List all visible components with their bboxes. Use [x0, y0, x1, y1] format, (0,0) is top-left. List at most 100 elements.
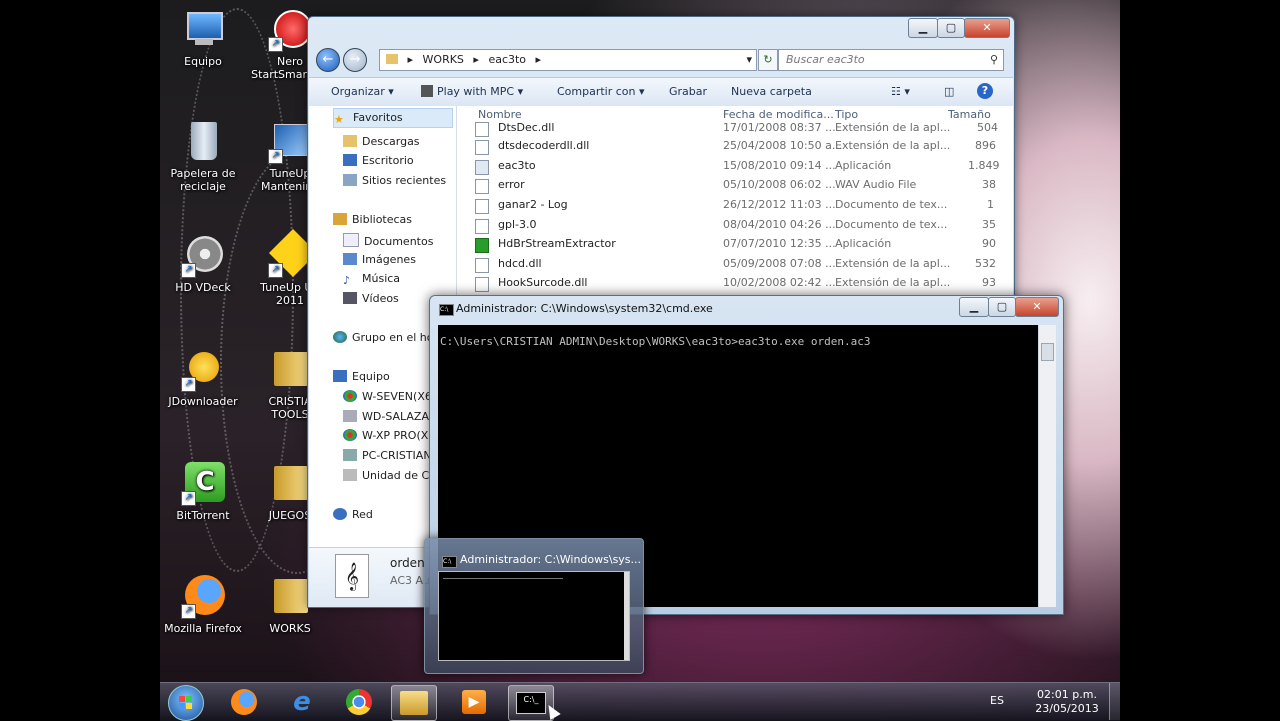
computer-icon: [333, 370, 347, 382]
cmd-icon: C:\_: [516, 692, 546, 714]
language-indicator[interactable]: ES: [990, 694, 1004, 707]
nav-homegroup[interactable]: Grupo en el hog: [333, 331, 440, 344]
refresh-button[interactable]: ↻: [758, 49, 778, 71]
desktop-icon-firefox[interactable]: ↗ Mozilla Firefox: [163, 575, 243, 635]
music-icon: ♪: [343, 274, 351, 287]
file-row[interactable]: HdBrStreamExtractor 07/07/2010 12:35 ...…: [457, 235, 997, 254]
search-icon[interactable]: ⚲: [990, 50, 998, 70]
command-bar: Organizar ▾ Play with MPC ▾ Compartir co…: [309, 77, 1013, 107]
close-button[interactable]: ✕: [964, 18, 1010, 38]
search-input[interactable]: Buscar eac3to ⚲: [778, 49, 1004, 71]
desktop-icon-equipo[interactable]: Equipo: [163, 8, 243, 68]
nav-cd-drive[interactable]: Unidad de CD: [343, 469, 438, 482]
forward-button[interactable]: →: [343, 48, 367, 72]
desktop-icon-bittorrent[interactable]: C ↗ BitTorrent: [163, 462, 243, 522]
taskbar-chrome[interactable]: [337, 685, 381, 719]
recycle-bin-icon: [181, 120, 225, 164]
nav-drive-w-seven[interactable]: W-SEVEN(X64: [343, 390, 439, 403]
text-file-icon: [475, 199, 489, 214]
nav-computer[interactable]: Equipo: [333, 370, 390, 383]
address-dropdown-icon[interactable]: ▾: [746, 50, 752, 70]
nav-desktop[interactable]: Escritorio: [343, 154, 414, 167]
scrollbar-thumb[interactable]: [1041, 343, 1054, 361]
recent-places-icon: [343, 174, 357, 186]
cmd-minimize-button[interactable]: ▁: [959, 297, 989, 317]
nav-images[interactable]: Imágenes: [343, 253, 416, 266]
cmd-scrollbar[interactable]: [1038, 325, 1056, 607]
new-folder-button[interactable]: Nueva carpeta: [731, 85, 812, 98]
nav-network[interactable]: Red: [333, 508, 373, 521]
folder-icon: [268, 462, 312, 506]
play-with-mpc-button[interactable]: Play with MPC ▾: [421, 85, 523, 98]
nav-documents[interactable]: Documentos: [343, 233, 433, 248]
shortcut-arrow-icon: ↗: [181, 263, 196, 278]
jdownloader-icon: ↗: [181, 348, 225, 392]
shortcut-arrow-icon: ↗: [181, 491, 196, 506]
file-row[interactable]: HookSurcode.dll 10/02/2008 02:42 ... Ext…: [457, 274, 997, 293]
application-icon: [475, 160, 489, 175]
cmd-close-button[interactable]: ✕: [1015, 297, 1059, 317]
burn-button[interactable]: Grabar: [669, 85, 707, 98]
minimize-button[interactable]: ▁: [908, 18, 938, 38]
nav-drive-w-xp-pro[interactable]: W-XP PRO(X8: [343, 429, 435, 442]
dll-file-icon: [475, 258, 489, 273]
file-row[interactable]: error 05/10/2008 06:02 ... WAV Audio Fil…: [457, 176, 997, 195]
computer-icon: [181, 8, 225, 52]
cmd-app-icon: C:\: [439, 304, 454, 316]
firefox-icon: [231, 689, 257, 715]
taskbar-firefox[interactable]: [222, 685, 266, 719]
folder-icon: [386, 54, 398, 64]
cmd-maximize-button[interactable]: ▢: [988, 297, 1016, 317]
breadcrumb-eac3to[interactable]: eac3to: [488, 53, 526, 66]
folder-icon: [343, 135, 357, 147]
nav-drive-pc-cristian[interactable]: PC-CRISTIAN: [343, 449, 432, 462]
start-button[interactable]: [168, 685, 204, 721]
help-icon[interactable]: ?: [977, 83, 993, 99]
nav-drive-wd-salazar[interactable]: WD-SALAZAR: [343, 410, 437, 423]
file-row[interactable]: hdcd.dll 05/09/2008 07:08 ... Extensión …: [457, 255, 997, 274]
audio-file-icon: [475, 179, 489, 194]
file-row[interactable]: dtsdecoderdll.dll 25/04/2008 10:50 a... …: [457, 137, 997, 156]
taskbar-thumbnail[interactable]: C:\ Administrador: C:\Windows\sys...: [424, 538, 644, 674]
file-row[interactable]: DtsDec.dll 17/01/2008 08:37 ... Extensió…: [457, 119, 998, 138]
nav-downloads[interactable]: Descargas: [343, 135, 420, 148]
breadcrumb-separator-icon: ▸: [407, 53, 414, 66]
tuneup-star-icon: ↗: [268, 228, 318, 278]
text-file-icon: [475, 219, 489, 234]
desktop-icon-hd-vdeck[interactable]: ↗ HD VDeck: [163, 234, 243, 294]
taskbar: e ▶ C:\_ ES 02:01 p.m. 23/05/2013: [160, 682, 1120, 721]
nav-recent-places[interactable]: Sitios recientes: [343, 174, 446, 187]
videos-icon: [343, 292, 357, 304]
nav-favorites[interactable]: ★ Favoritos: [333, 108, 453, 128]
cmd-line: C:\Users\CRISTIAN ADMIN\Desktop\WORKS\ea…: [440, 335, 871, 348]
nav-videos[interactable]: Vídeos: [343, 292, 399, 305]
show-desktop-button[interactable]: [1109, 683, 1120, 720]
taskbar-explorer[interactable]: [391, 685, 437, 721]
maximize-button[interactable]: ▢: [937, 18, 965, 38]
images-icon: [343, 253, 357, 265]
breadcrumb-works[interactable]: WORKS: [423, 53, 464, 66]
file-row[interactable]: ganar2 - Log 26/12/2012 11:03 ... Docume…: [457, 196, 997, 215]
file-row[interactable]: eac3to 15/08/2010 09:14 ... Aplicación 1…: [457, 157, 1000, 176]
shortcut-arrow-icon: ↗: [181, 604, 196, 619]
desktop-icon-recycle-bin[interactable]: Papelera de reciclaje: [163, 120, 243, 193]
address-bar[interactable]: ▸ WORKS ▸ eac3to ▸ ▾: [379, 49, 757, 71]
tuneup-icon: ↗: [268, 120, 312, 164]
desktop-icon-jdownloader[interactable]: ↗ JDownloader: [163, 348, 243, 408]
share-with-button[interactable]: Compartir con ▾: [557, 85, 645, 98]
nav-libraries[interactable]: Bibliotecas: [333, 213, 412, 226]
system-clock[interactable]: 02:01 p.m. 23/05/2013: [1032, 688, 1102, 716]
star-icon: ★: [334, 113, 344, 126]
organize-button[interactable]: Organizar ▾: [331, 85, 394, 98]
view-options-icon[interactable]: ☷ ▾: [891, 85, 910, 98]
folder-icon: [400, 691, 428, 715]
nav-music[interactable]: ♪ Música: [343, 272, 400, 287]
preview-pane-icon[interactable]: ◫: [944, 85, 954, 98]
back-button[interactable]: ←: [316, 48, 340, 72]
taskbar-internet-explorer[interactable]: e: [280, 685, 324, 719]
file-row[interactable]: gpl-3.0 08/04/2010 04:26 ... Documento d…: [457, 216, 997, 235]
drive-icon: [343, 429, 357, 441]
taskbar-media-player[interactable]: ▶: [452, 685, 496, 719]
cd-drive-icon: [343, 469, 357, 481]
drive-icon: [343, 390, 357, 402]
